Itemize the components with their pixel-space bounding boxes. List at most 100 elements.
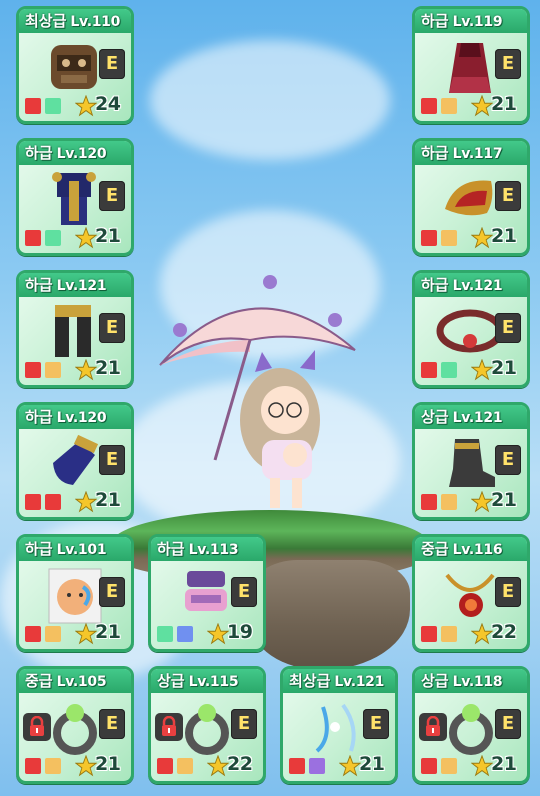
card-footer: 21 xyxy=(421,93,523,117)
star-icon xyxy=(74,94,98,117)
potential-option-red xyxy=(25,362,41,378)
card-header: 최상급 Lv.110 xyxy=(19,9,131,33)
item-level: Lv.113 xyxy=(188,542,239,558)
card-footer: 21 xyxy=(421,357,523,381)
equipped-badge: E xyxy=(495,49,521,79)
equipment-card[interactable]: 최상급 Lv.110 E 24 xyxy=(16,6,134,124)
equipment-card[interactable]: 하급 Lv.101 E 21 xyxy=(16,534,134,652)
equipment-card[interactable]: 상급 Lv.121 E 21 xyxy=(412,402,530,520)
potential-option-mint xyxy=(157,626,173,642)
card-header: 최상급 Lv.121 xyxy=(283,669,395,693)
star-force-count: 21 xyxy=(95,753,121,775)
equipped-badge: E xyxy=(495,577,521,607)
lock-icon xyxy=(23,713,51,741)
star-force-count: 21 xyxy=(491,753,517,775)
star-force-count: 21 xyxy=(491,357,517,379)
potential-option-red xyxy=(421,758,437,774)
potential-option-orange xyxy=(45,758,61,774)
item-grade: 중급 xyxy=(421,540,449,558)
card-header: 하급 Lv.119 xyxy=(415,9,527,33)
equipped-badge: E xyxy=(231,709,257,739)
item-level: Lv.121 xyxy=(56,278,107,294)
star-icon xyxy=(470,754,494,777)
star-force-count: 21 xyxy=(491,225,517,247)
card-footer: 21 xyxy=(25,225,127,249)
card-footer: 21 xyxy=(25,753,127,777)
card-header: 중급 Lv.116 xyxy=(415,537,527,561)
potential-option-purple xyxy=(309,758,325,774)
item-level: Lv.116 xyxy=(452,542,503,558)
star-icon xyxy=(74,754,98,777)
item-level: Lv.120 xyxy=(56,410,107,426)
equipment-card[interactable]: 상급 Lv.118 E 21 xyxy=(412,666,530,784)
equipment-card[interactable]: 상급 Lv.115 E 22 xyxy=(148,666,266,784)
equipped-badge: E xyxy=(99,577,125,607)
item-level: Lv.110 xyxy=(70,14,121,30)
card-footer: 21 xyxy=(25,357,127,381)
equipment-card[interactable]: 하급 Lv.119 E 21 xyxy=(412,6,530,124)
star-icon xyxy=(206,754,230,777)
equipped-badge: E xyxy=(99,49,125,79)
potential-option-red xyxy=(25,626,41,642)
equipped-badge: E xyxy=(99,313,125,343)
equipped-badge: E xyxy=(231,577,257,607)
card-header: 하급 Lv.113 xyxy=(151,537,263,561)
potential-option-orange xyxy=(45,362,61,378)
potential-option-orange xyxy=(177,758,193,774)
lock-icon xyxy=(419,713,447,741)
item-level: Lv.115 xyxy=(188,674,239,690)
card-footer: 21 xyxy=(421,753,523,777)
potential-option-red xyxy=(421,230,437,246)
card-header: 하급 Lv.101 xyxy=(19,537,131,561)
card-header: 중급 Lv.105 xyxy=(19,669,131,693)
equipped-badge: E xyxy=(495,181,521,211)
equipment-card[interactable]: 하급 Lv.120 E 21 xyxy=(16,138,134,256)
potential-option-orange xyxy=(441,758,457,774)
card-footer: 22 xyxy=(421,621,523,645)
card-header: 상급 Lv.115 xyxy=(151,669,263,693)
potential-option-mint xyxy=(441,362,457,378)
equipment-card[interactable]: 중급 Lv.116 E 22 xyxy=(412,534,530,652)
star-force-count: 21 xyxy=(491,93,517,115)
item-level: Lv.118 xyxy=(452,674,503,690)
star-force-count: 21 xyxy=(95,621,121,643)
potential-option-orange xyxy=(441,494,457,510)
item-grade: 상급 xyxy=(157,672,185,690)
item-grade: 상급 xyxy=(421,672,449,690)
card-footer: 21 xyxy=(25,621,127,645)
potential-option-red xyxy=(421,494,437,510)
equipment-card[interactable]: 하급 Lv.121 E 21 xyxy=(412,270,530,388)
potential-option-red xyxy=(25,758,41,774)
equipped-badge: E xyxy=(495,313,521,343)
item-grade: 하급 xyxy=(25,144,53,162)
potential-option-red xyxy=(25,494,41,510)
star-icon xyxy=(470,490,494,513)
lock-icon xyxy=(155,713,183,741)
item-grade: 하급 xyxy=(421,12,449,30)
equipment-card[interactable]: 하급 Lv.121 E 21 xyxy=(16,270,134,388)
star-icon xyxy=(470,622,494,645)
star-icon xyxy=(74,622,98,645)
item-level: Lv.101 xyxy=(56,542,107,558)
equipment-card[interactable]: 최상급 Lv.121 E 21 xyxy=(280,666,398,784)
equipped-badge: E xyxy=(495,709,521,739)
equipment-card[interactable]: 중급 Lv.105 E 21 xyxy=(16,666,134,784)
equipment-card[interactable]: 하급 Lv.113 E 19 xyxy=(148,534,266,652)
equipment-card[interactable]: 하급 Lv.117 E 21 xyxy=(412,138,530,256)
card-footer: 22 xyxy=(157,753,259,777)
card-footer: 24 xyxy=(25,93,127,117)
item-grade: 중급 xyxy=(25,672,53,690)
potential-option-orange xyxy=(441,98,457,114)
card-header: 상급 Lv.118 xyxy=(415,669,527,693)
card-header: 하급 Lv.121 xyxy=(19,273,131,297)
equipment-card[interactable]: 하급 Lv.120 E 21 xyxy=(16,402,134,520)
potential-option-red xyxy=(421,362,437,378)
item-grade: 최상급 xyxy=(289,672,331,690)
item-level: Lv.120 xyxy=(56,146,107,162)
potential-option-mint xyxy=(45,230,61,246)
card-footer: 21 xyxy=(25,489,127,513)
potential-option-red xyxy=(25,230,41,246)
item-grade: 상급 xyxy=(421,408,449,426)
star-force-count: 21 xyxy=(95,357,121,379)
star-icon xyxy=(206,622,230,645)
